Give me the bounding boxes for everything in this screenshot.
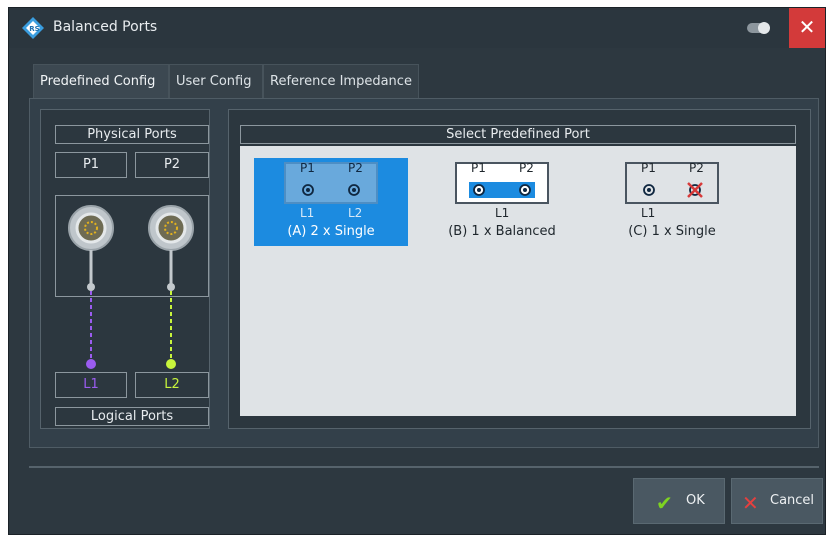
option-a-p1-label: P1 <box>300 161 315 175</box>
cancel-label: Cancel <box>770 493 815 508</box>
option-a-caption: (A) 2 x Single <box>287 224 375 239</box>
tab-user-config[interactable]: User Config <box>169 64 263 98</box>
logical-port-l2: L2 <box>135 372 209 398</box>
window-title: Balanced Ports <box>53 19 158 35</box>
balanced-port-icon <box>455 162 549 204</box>
port-connector-p2-icon <box>148 205 194 291</box>
balanced-ports-dialog: RS Balanced Ports ✕ Predefined Config Us… <box>8 7 826 535</box>
toggle-switch[interactable] <box>747 22 770 34</box>
rohde-schwarz-logo-icon: RS <box>22 17 44 39</box>
port-connector-p1-icon <box>68 205 114 291</box>
single-port-disabled-icon <box>625 162 719 204</box>
footer-separator <box>29 466 819 468</box>
cancel-x-icon: ✕ <box>742 491 759 515</box>
option-a-l1-label: L1 <box>300 206 315 220</box>
logical-ports-label: Logical Ports <box>55 407 209 426</box>
option-b-p2-label: P2 <box>519 161 534 175</box>
ok-button[interactable]: ✔ OK <box>633 478 725 524</box>
select-predefined-port-label: Select Predefined Port <box>240 125 796 144</box>
ok-label: OK <box>686 493 705 508</box>
cancel-button[interactable]: ✕ Cancel <box>731 478 823 524</box>
logical-port-l1: L1 <box>55 372 127 398</box>
two-single-ports-icon <box>284 162 378 204</box>
predefined-options-area: P1 P2 L1 L2 (A) 2 x Single P1 P2 L1 (B) … <box>240 146 796 416</box>
tab-label: Predefined Config <box>40 74 156 89</box>
close-button[interactable]: ✕ <box>789 8 825 48</box>
tab-label: User Config <box>176 74 252 89</box>
svg-text:RS: RS <box>29 25 39 33</box>
title-bar: RS Balanced Ports ✕ <box>9 8 825 48</box>
close-icon: ✕ <box>798 15 816 39</box>
option-c-p2-label: P2 <box>689 161 704 175</box>
option-b-l1-label: L1 <box>495 206 510 220</box>
option-b-caption: (B) 1 x Balanced <box>448 224 556 239</box>
option-a-l2-label: L2 <box>348 206 363 220</box>
option-c-p1-label: P1 <box>641 161 656 175</box>
checkmark-icon: ✔ <box>656 491 673 515</box>
predefined-port-selector: Select Predefined Port P1 P2 L1 L2 (A) 2… <box>228 109 811 429</box>
predefined-config-panel: Physical Ports P1 P2 L1 L2 Logical Ports… <box>29 98 819 448</box>
option-a-p2-label: P2 <box>348 161 363 175</box>
option-2x-single[interactable]: P1 P2 L1 L2 (A) 2 x Single <box>254 158 408 246</box>
option-b-p1-label: P1 <box>471 161 486 175</box>
logical-node-l1 <box>86 359 96 369</box>
option-c-l1-label: L1 <box>641 206 656 220</box>
option-1x-single[interactable]: P1 P2 L1 (C) 1 x Single <box>595 158 749 246</box>
port-mapping-panel: Physical Ports P1 P2 L1 L2 Logical Ports <box>40 109 210 429</box>
tab-predefined-config[interactable]: Predefined Config <box>33 64 169 98</box>
option-1x-balanced[interactable]: P1 P2 L1 (B) 1 x Balanced <box>425 158 579 246</box>
logical-node-l2 <box>166 359 176 369</box>
tab-label: Reference Impedance <box>270 74 412 89</box>
option-c-caption: (C) 1 x Single <box>628 224 716 239</box>
tab-reference-impedance[interactable]: Reference Impedance <box>263 64 419 98</box>
